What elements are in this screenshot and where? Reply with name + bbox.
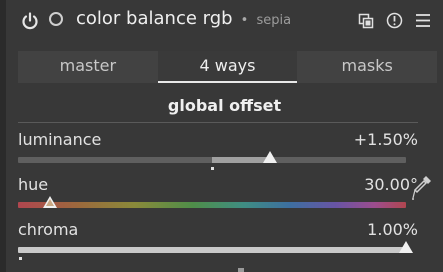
luminance-label: luminance bbox=[18, 130, 102, 149]
luminance-zero-marker bbox=[211, 167, 214, 170]
luminance-value[interactable]: +1.50% bbox=[354, 130, 418, 149]
luminance-slider[interactable]: luminance +1.50% bbox=[18, 130, 418, 170]
luminance-handle[interactable] bbox=[263, 151, 278, 163]
hue-handle-swatch bbox=[46, 199, 55, 206]
module-tabs: master 4 ways masks bbox=[18, 51, 437, 83]
color-picker-icon[interactable] bbox=[411, 174, 433, 206]
color-balance-rgb-module: color balance rgb • sepia master 4 ways … bbox=[6, 0, 443, 272]
multi-instance-icon[interactable] bbox=[358, 13, 374, 29]
hamburger-menu-icon[interactable] bbox=[415, 13, 431, 28]
chroma-value[interactable]: 1.00% bbox=[367, 220, 418, 239]
hue-handle[interactable] bbox=[43, 196, 58, 208]
title-separator: • bbox=[240, 13, 249, 28]
module-name: color balance rgb bbox=[76, 8, 233, 29]
preset-circle-icon[interactable] bbox=[49, 12, 63, 26]
luminance-track[interactable] bbox=[18, 157, 406, 163]
luminance-fill bbox=[212, 157, 271, 163]
hue-slider[interactable]: hue 30.00° bbox=[18, 175, 418, 215]
module-title: color balance rgb • sepia bbox=[76, 8, 291, 29]
chroma-track[interactable] bbox=[18, 247, 406, 253]
section-title: global offset bbox=[167, 96, 282, 115]
chroma-slider[interactable]: chroma 1.00% bbox=[18, 220, 418, 260]
header-icons bbox=[358, 12, 431, 29]
chroma-label: chroma bbox=[18, 220, 79, 239]
hue-label: hue bbox=[18, 175, 49, 194]
tab-4-ways[interactable]: 4 ways bbox=[157, 51, 298, 83]
reset-icon[interactable] bbox=[386, 12, 403, 29]
next-row-peek bbox=[238, 268, 244, 272]
tab-masks[interactable]: masks bbox=[297, 51, 437, 83]
chroma-zero-marker bbox=[19, 257, 22, 260]
hue-track[interactable] bbox=[18, 202, 406, 208]
hue-value[interactable]: 30.00° bbox=[364, 175, 418, 194]
section-divider bbox=[18, 122, 418, 123]
module-header[interactable]: color balance rgb • sepia bbox=[6, 0, 443, 42]
chroma-handle[interactable] bbox=[399, 241, 413, 253]
instance-name: sepia bbox=[256, 13, 292, 28]
power-icon[interactable] bbox=[20, 11, 40, 31]
tab-master[interactable]: master bbox=[18, 51, 158, 83]
